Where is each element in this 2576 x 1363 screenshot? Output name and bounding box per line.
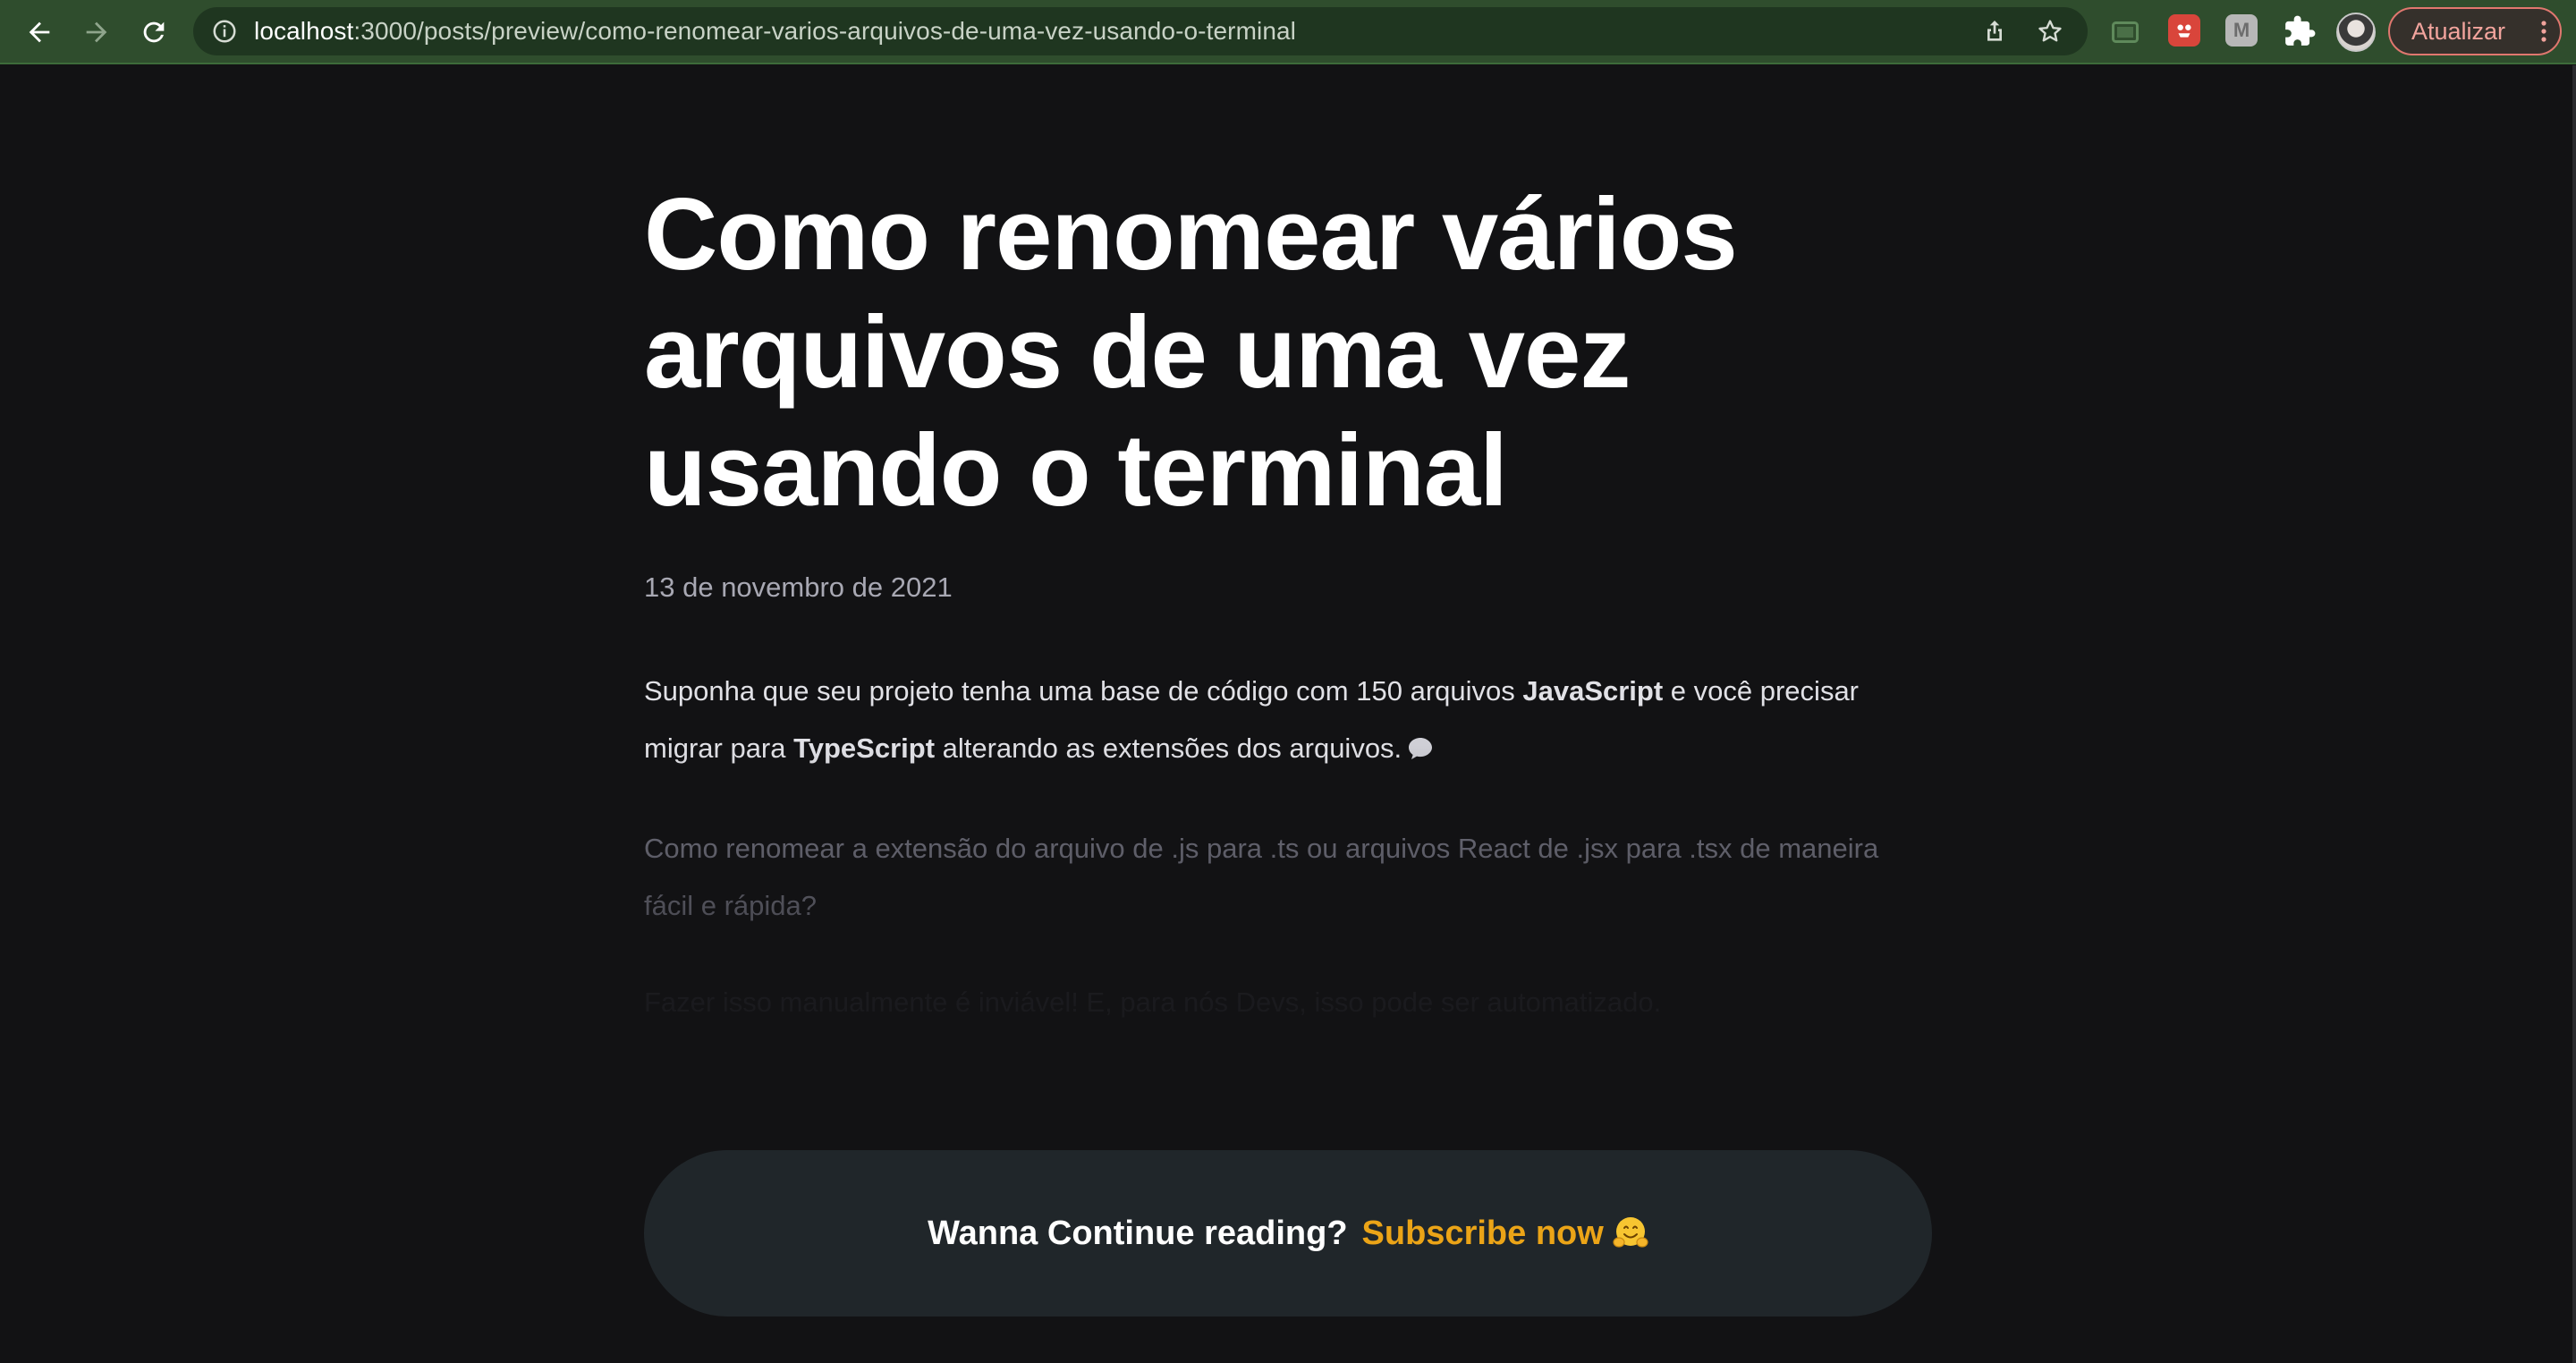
update-button[interactable]: Atualizar: [2388, 7, 2562, 55]
post-paragraph-3: Fazer isso manualmente é inviável! E, pa…: [644, 986, 1662, 1018]
kebab-menu-icon[interactable]: [2540, 20, 2547, 43]
subscribe-banner: Wanna Continue reading? Subscribe now: [644, 1150, 1932, 1316]
url-host: localhost: [254, 17, 354, 45]
extension-m[interactable]: M: [2225, 14, 2258, 47]
window-edge: [2572, 65, 2576, 1363]
browser-toolbar: localhost:3000/posts/preview/como-renome…: [0, 0, 2576, 64]
subscribe-link[interactable]: Subscribe now: [1362, 1215, 1604, 1253]
share-icon[interactable]: [1980, 17, 2009, 46]
p1-bold-javascript: JavaScript: [1522, 675, 1664, 707]
post-paragraph-2: Como renomear a extensão do arquivo de .…: [644, 833, 1879, 921]
p1-text-1: Suponha que seu projeto tenha uma base d…: [644, 675, 1523, 707]
extension-m-glyph: M: [2233, 19, 2250, 41]
post-date: 13 de novembro de 2021: [644, 571, 953, 603]
continue-reading-text: Wanna Continue reading?: [928, 1214, 1348, 1252]
extension-icon: [2177, 24, 2191, 38]
p1-text-3: alterando as extensões dos arquivos.: [935, 732, 1402, 764]
extension-red[interactable]: [2168, 14, 2200, 47]
puzzle-icon[interactable]: [2283, 14, 2317, 48]
post-title: Como renomear vários arquivos de uma vez…: [644, 178, 1738, 528]
hugging-face-emoji-icon: [1613, 1217, 1648, 1248]
address-bar[interactable]: localhost:3000/posts/preview/como-renome…: [193, 7, 2088, 55]
update-label: Atualizar: [2411, 18, 2506, 45]
reload-icon[interactable]: [132, 11, 175, 54]
star-icon[interactable]: [2036, 17, 2064, 46]
url-path: :3000/posts/preview/como-renomear-varios…: [353, 17, 1296, 45]
forward-icon[interactable]: [75, 11, 118, 54]
url-text[interactable]: localhost:3000/posts/preview/como-renome…: [254, 7, 1296, 55]
p1-bold-typescript: TypeScript: [793, 732, 936, 764]
cast-icon[interactable]: [2109, 16, 2141, 48]
avatar[interactable]: [2336, 13, 2376, 52]
speech-bubble-icon: [1409, 738, 1433, 759]
post-paragraph-1: Suponha que seu projeto tenha uma base d…: [644, 663, 1932, 777]
back-icon[interactable]: [18, 11, 61, 54]
info-icon[interactable]: [211, 18, 238, 45]
page-content: Como renomear vários arquivos de uma vez…: [0, 65, 2576, 1363]
